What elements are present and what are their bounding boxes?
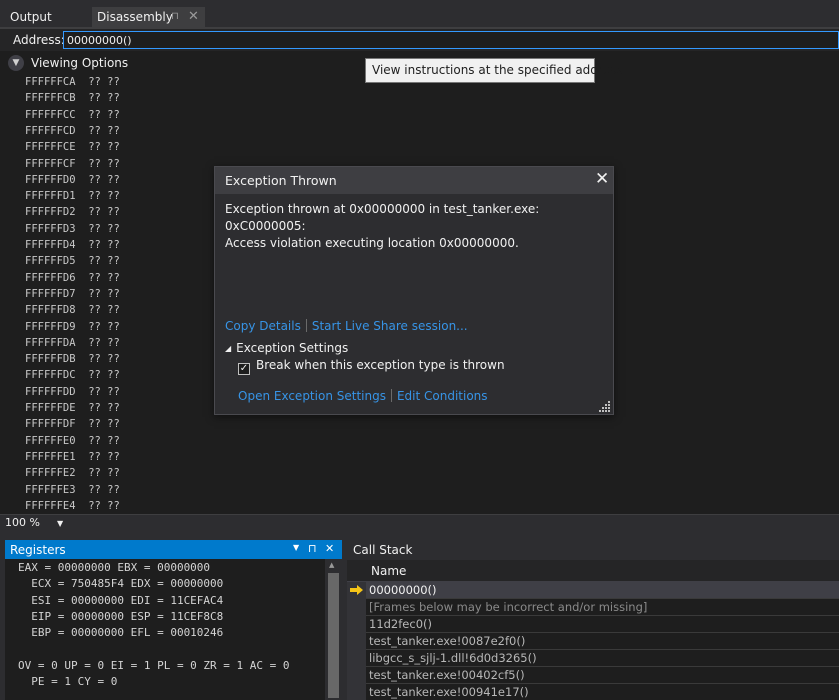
registers-panel: Registers ▼ ⊓ ✕ EAX = 00000000 EBX = 000… — [5, 540, 342, 700]
exception-message-line2: Access violation executing location 0x00… — [225, 236, 519, 250]
scrollbar-thumb[interactable] — [328, 573, 339, 698]
exception-title: Exception Thrown — [225, 173, 337, 188]
break-when-thrown-option[interactable]: ✓ Break when this exception type is throw… — [238, 358, 505, 375]
disassembly-line[interactable]: FFFFFFD2 ?? ?? — [25, 206, 120, 222]
open-exception-settings-link[interactable]: Open Exception Settings — [238, 389, 386, 403]
call-stack-header: Call Stack — [347, 540, 839, 560]
call-stack-column-header: Name — [347, 560, 839, 582]
exception-dialog: Exception Thrown ✕ Exception thrown at 0… — [214, 166, 614, 415]
pin-icon[interactable]: ⊓ — [171, 7, 179, 27]
chevron-down-icon: ▼ — [8, 55, 24, 71]
copy-details-link[interactable]: Copy Details — [225, 319, 301, 333]
registers-content[interactable]: EAX = 00000000 EBX = 00000000 ECX = 7504… — [5, 559, 342, 700]
disassembly-line[interactable]: FFFFFFD0 ?? ?? — [25, 174, 120, 190]
call-stack-frame[interactable]: test_tanker.exe!00402cf5() — [366, 667, 839, 684]
disassembly-line[interactable]: FFFFFFDB ?? ?? — [25, 353, 120, 369]
tab-disassembly[interactable]: Disassembly ⊓ ✕ — [92, 7, 205, 28]
column-name[interactable]: Name — [371, 564, 406, 578]
edit-conditions-link[interactable]: Edit Conditions — [397, 389, 488, 403]
disassembly-line[interactable]: FFFFFFDD ?? ?? — [25, 386, 120, 402]
call-stack-panel: Call Stack Name 00000000() [Frames below … — [347, 540, 839, 700]
disassembly-line[interactable]: FFFFFFCA ?? ?? — [25, 76, 120, 92]
resize-grip-icon[interactable] — [599, 400, 611, 412]
exception-message: Exception thrown at 0x00000000 in test_t… — [225, 201, 605, 252]
registers-scrollbar[interactable]: ▲ — [325, 559, 342, 700]
viewing-options-label: Viewing Options — [31, 56, 129, 70]
disassembly-line[interactable]: FFFFFFCD ?? ?? — [25, 125, 120, 141]
disassembly-line[interactable]: FFFFFFCC ?? ?? — [25, 109, 120, 125]
collapse-triangle-icon: ◢ — [225, 344, 232, 353]
disassembly-line[interactable]: FFFFFFD1 ?? ?? — [25, 190, 120, 206]
register-line: EBP = 00000000 EFL = 00010246 — [18, 626, 224, 640]
divider — [305, 319, 307, 332]
dropdown-icon[interactable]: ▼ — [293, 543, 299, 552]
register-line: ECX = 750485F4 EDX = 00000000 — [18, 577, 224, 591]
address-label: Address: — [13, 33, 65, 47]
disassembly-line[interactable]: FFFFFFCF ?? ?? — [25, 158, 120, 174]
disassembly-line[interactable]: FFFFFFDF ?? ?? — [25, 418, 120, 434]
close-icon[interactable]: ✕ — [595, 169, 609, 189]
call-stack-gutter — [347, 582, 366, 700]
exception-message-line1: Exception thrown at 0x00000000 in test_t… — [225, 202, 540, 233]
disassembly-line[interactable]: FFFFFFDA ?? ?? — [25, 337, 120, 353]
call-stack-frame[interactable]: test_tanker.exe!0087e2f0() — [366, 633, 839, 650]
live-share-link[interactable]: Start Live Share session... — [312, 319, 468, 333]
exception-links: Copy Details Start Live Share session... — [225, 319, 468, 335]
scroll-up-icon[interactable]: ▲ — [329, 561, 334, 569]
break-when-thrown-label: Break when this exception type is thrown — [256, 358, 505, 372]
zoom-bar: 100 % ▼ — [0, 514, 839, 531]
current-frame-arrow-icon — [350, 585, 363, 595]
disassembly-line[interactable]: FFFFFFE1 ?? ?? — [25, 451, 120, 467]
close-icon[interactable]: ✕ — [188, 7, 199, 27]
disassembly-line[interactable]: FFFFFFCE ?? ?? — [25, 141, 120, 157]
register-line: ESI = 00000000 EDI = 11CEFAC4 — [18, 593, 224, 607]
tab-disassembly-label: Disassembly — [97, 10, 173, 24]
register-line: EIP = 00000000 ESP = 11CEF8C8 — [18, 609, 224, 623]
disassembly-line[interactable]: FFFFFFDE ?? ?? — [25, 402, 120, 418]
register-line: OV = 0 UP = 0 EI = 1 PL = 0 ZR = 1 AC = … — [18, 658, 290, 672]
zoom-dropdown[interactable]: 100 % ▼ — [5, 516, 65, 531]
caret-down-icon: ▼ — [57, 519, 64, 528]
disassembly-line[interactable]: FFFFFFE4 ?? ?? — [25, 500, 120, 513]
disassembly-line[interactable]: FFFFFFD7 ?? ?? — [25, 288, 120, 304]
call-stack-frame[interactable]: [Frames below may be incorrect and/or mi… — [366, 599, 839, 616]
disassembly-line[interactable]: FFFFFFCB ?? ?? — [25, 92, 120, 108]
exception-settings-toggle[interactable]: ◢ Exception Settings — [225, 341, 348, 355]
close-icon[interactable]: ✕ — [325, 542, 334, 555]
pin-icon[interactable]: ⊓ — [308, 542, 317, 555]
disassembly-line[interactable]: FFFFFFD5 ?? ?? — [25, 255, 120, 271]
call-stack-frame[interactable]: 11d2fec0() — [366, 616, 839, 633]
exception-settings-label: Exception Settings — [236, 341, 349, 355]
registers-header: Registers ▼ ⊓ ✕ — [5, 540, 342, 559]
break-when-thrown-checkbox[interactable]: ✓ — [238, 363, 250, 375]
exception-dialog-header: Exception Thrown ✕ — [215, 167, 613, 194]
disassembly-line[interactable]: FFFFFFD8 ?? ?? — [25, 304, 120, 320]
disassembly-line[interactable]: FFFFFFE2 ?? ?? — [25, 467, 120, 483]
disassembly-line[interactable]: FFFFFFD6 ?? ?? — [25, 272, 120, 288]
address-tooltip: View instructions at the specified addre… — [365, 58, 622, 83]
disassembly-line[interactable]: FFFFFFE0 ?? ?? — [25, 435, 120, 451]
disassembly-line[interactable]: FFFFFFD3 ?? ?? — [25, 223, 120, 239]
call-stack-title: Call Stack — [353, 543, 413, 557]
call-stack-frame[interactable]: test_tanker.exe!00941e17() — [366, 684, 839, 700]
address-bar: Address: — [0, 29, 839, 51]
divider — [390, 389, 392, 402]
call-stack-frame[interactable]: libgcc_s_sjlj-1.dll!6d0d3265() — [366, 650, 839, 667]
disassembly-line[interactable]: FFFFFFD9 ?? ?? — [25, 321, 120, 337]
call-stack-frame[interactable]: 00000000() — [366, 582, 839, 599]
zoom-value: 100 % — [5, 516, 40, 529]
tab-output[interactable]: Output — [0, 7, 62, 28]
disassembly-line[interactable]: FFFFFFE3 ?? ?? — [25, 484, 120, 500]
exception-settings-links: Open Exception Settings Edit Conditions — [238, 389, 488, 403]
disassembly-line[interactable]: FFFFFFD4 ?? ?? — [25, 239, 120, 255]
document-tab-strip: Output Disassembly ⊓ ✕ — [0, 0, 839, 28]
register-line: PE = 1 CY = 0 — [18, 675, 118, 689]
registers-title: Registers — [10, 543, 66, 557]
address-input[interactable] — [63, 31, 839, 49]
register-line: EAX = 00000000 EBX = 00000000 — [18, 561, 211, 574]
disassembly-line[interactable]: FFFFFFDC ?? ?? — [25, 369, 120, 385]
